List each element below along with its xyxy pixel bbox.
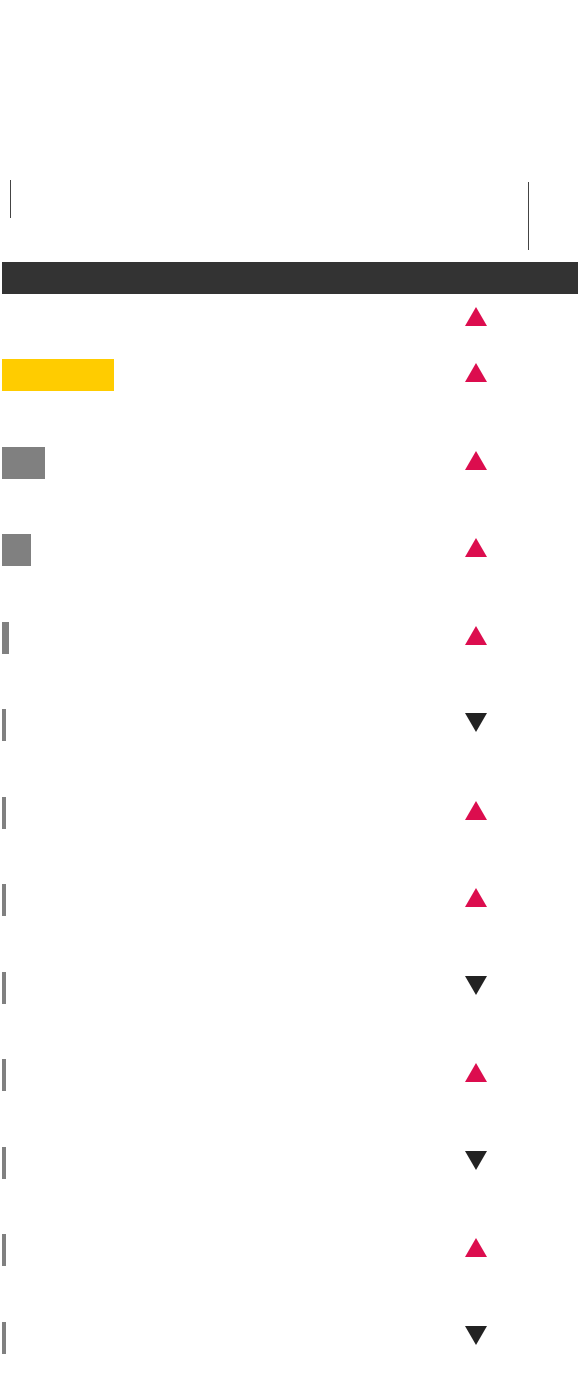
value-bar <box>2 621 9 654</box>
list-item <box>0 295 580 333</box>
value-bar <box>2 534 31 566</box>
list-item <box>0 683 580 771</box>
ranking-list <box>0 295 580 1376</box>
triangle-down-icon <box>465 713 487 732</box>
column-divider-left <box>10 180 11 218</box>
list-item <box>0 1033 580 1121</box>
list-item <box>0 508 580 596</box>
value-bar <box>2 1321 6 1354</box>
triangle-down-icon <box>465 1150 487 1170</box>
triangle-up-icon <box>465 363 487 382</box>
triangle-up-icon <box>465 1238 487 1257</box>
list-item <box>0 1296 580 1376</box>
list-item <box>0 421 580 509</box>
list-item <box>0 333 580 421</box>
value-bar <box>2 1234 6 1266</box>
table-header-bar <box>2 262 578 294</box>
list-item <box>0 596 580 684</box>
list-item <box>0 858 580 946</box>
triangle-up-icon <box>465 800 487 820</box>
triangle-up-icon <box>465 450 487 470</box>
triangle-up-icon <box>465 625 487 645</box>
value-bar <box>2 884 6 916</box>
page <box>0 0 580 1376</box>
value-bar <box>2 1146 6 1179</box>
triangle-up-icon <box>465 1063 487 1082</box>
list-item <box>0 1121 580 1209</box>
column-divider-right <box>528 182 529 250</box>
triangle-up-icon <box>465 538 487 557</box>
triangle-down-icon <box>465 1325 487 1345</box>
value-bar <box>2 359 114 391</box>
list-item <box>0 946 580 1034</box>
value-bar <box>2 796 6 829</box>
list-item <box>0 1208 580 1296</box>
triangle-up-icon <box>465 307 487 326</box>
triangle-up-icon <box>465 888 487 907</box>
value-bar <box>2 709 6 741</box>
value-bar <box>2 1059 6 1091</box>
value-bar <box>2 971 6 1004</box>
value-bar <box>2 446 45 479</box>
list-item <box>0 771 580 859</box>
triangle-down-icon <box>465 975 487 995</box>
